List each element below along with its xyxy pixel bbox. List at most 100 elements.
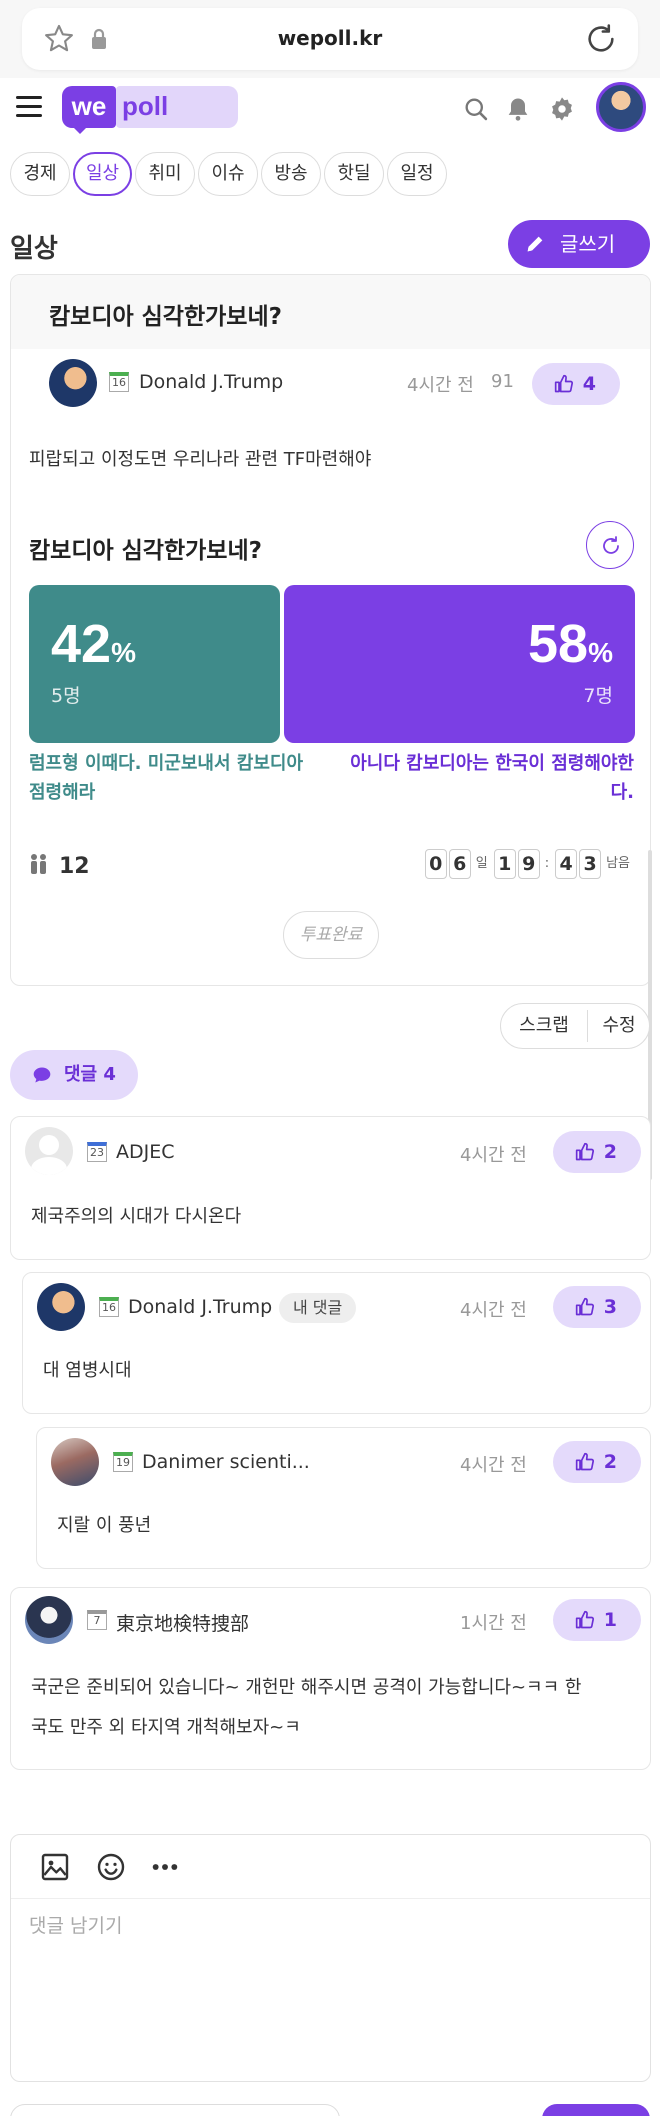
comment-like-button[interactable]: 3 [553, 1286, 641, 1328]
level-badge: 23 [87, 1142, 107, 1162]
people-icon [31, 854, 46, 874]
logo-we: we [62, 86, 116, 128]
bell-icon[interactable] [504, 95, 532, 123]
author-name[interactable]: Donald J.Trump [139, 371, 283, 393]
comment-avatar[interactable] [37, 1283, 85, 1331]
comment-avatar[interactable] [25, 1596, 73, 1644]
menu-icon[interactable] [16, 96, 42, 118]
comment-like-button[interactable]: 1 [553, 1599, 641, 1641]
poll-option-b[interactable]: 58% 7명 [284, 585, 635, 743]
level-badge: 16 [99, 1297, 119, 1317]
post-views: 91 [491, 371, 514, 392]
comments-label: 댓글 [64, 1064, 98, 1085]
post-body: 피랍되고 이정도면 우리나라 관련 TF마련해야 [29, 449, 372, 470]
author-avatar[interactable] [49, 359, 97, 407]
comment-avatar[interactable] [25, 1127, 73, 1175]
gear-icon[interactable] [548, 95, 576, 123]
comment-time: 1시간 전 [460, 1613, 527, 1634]
scrap-button[interactable]: 스크랩 [501, 1004, 587, 1048]
comment-like-count: 3 [603, 1296, 617, 1318]
pencil-icon [527, 236, 543, 252]
comment-avatar[interactable] [51, 1438, 99, 1486]
comment-author[interactable]: Danimer scienti... [142, 1451, 310, 1473]
address-bar[interactable]: wepoll.kr [22, 8, 638, 70]
poll-title: 캄보디아 심각한가보네? [29, 538, 262, 564]
option-b-label: 아니다 캄보디아는 한국이 점령해야한다. [350, 753, 634, 803]
comment-like-count: 2 [603, 1141, 617, 1163]
comment-item: 16 Donald J.Trump 내 댓글 4시간 전 3 대 염병시대 [22, 1272, 651, 1414]
section-title: 일상 [10, 234, 58, 264]
comment-like-button[interactable]: 2 [553, 1131, 641, 1173]
option-a-label: 럼프형 이때다. 미군보내서 캄보디아 점령해라 [29, 753, 304, 803]
write-button-label: 글쓰기 [560, 232, 616, 256]
more-icon[interactable] [149, 1851, 181, 1883]
poll-refresh-button[interactable] [586, 521, 634, 569]
comment-time: 4시간 전 [460, 1300, 527, 1321]
option-a-percent: 42% [51, 614, 136, 674]
thumbs-up-icon [575, 1142, 595, 1161]
thumbs-up-icon [575, 1297, 595, 1316]
my-comment-tag: 내 댓글 [279, 1293, 357, 1323]
editor-options-bar[interactable] [10, 2104, 340, 2116]
site-header: we poll [0, 78, 660, 140]
refresh-icon [603, 536, 619, 554]
participant-count: 12 [29, 853, 90, 879]
comment-input[interactable] [29, 1911, 629, 2061]
url-text[interactable]: wepoll.kr [22, 26, 638, 50]
comment-author[interactable]: Donald J.Trump [128, 1296, 272, 1318]
write-button[interactable]: 글쓰기 [508, 220, 650, 268]
comment-body: 제국주의의 시대가 다시온다 [31, 1206, 242, 1227]
comment-body: 지랄 이 풍년 [57, 1515, 152, 1536]
editor-toolbar [11, 1835, 650, 1899]
comment-item: 7 東京地検特捜部 1시간 전 1 국군은 준비되어 있습니다~ 개헌만 해주시… [10, 1587, 651, 1770]
edit-button[interactable]: 수정 [588, 1004, 650, 1048]
comment-author[interactable]: ADJEC [116, 1141, 175, 1163]
option-b-count: 7명 [583, 685, 613, 707]
poll-countdown: 0 6 일 1 9:4 3 남음 [424, 849, 636, 879]
image-icon[interactable] [39, 1851, 71, 1883]
user-avatar[interactable] [596, 82, 646, 132]
tab-broadcast[interactable]: 방송 [261, 152, 321, 196]
like-count: 4 [582, 373, 596, 395]
post-actions: 스크랩 수정 [500, 1003, 650, 1049]
post-title: 캄보디아 심각한가보네? [49, 304, 282, 330]
tab-economy[interactable]: 경제 [10, 152, 70, 196]
comment-item: 19 Danimer scienti... 4시간 전 2 지랄 이 풍년 [36, 1427, 651, 1569]
search-icon[interactable] [462, 95, 490, 123]
comment-time: 4시간 전 [460, 1145, 527, 1166]
poll-option-a[interactable]: 42% 5명 [29, 585, 280, 743]
thumbs-up-icon [554, 374, 574, 393]
comment-like-count: 2 [603, 1451, 617, 1473]
comment-item: 23 ADJEC 4시간 전 2 제국주의의 시대가 다시온다 [10, 1116, 651, 1260]
comment-author[interactable]: 東京地検特捜部 [116, 1609, 249, 1636]
emoji-icon[interactable] [95, 1851, 127, 1883]
thumbs-up-icon [575, 1452, 595, 1471]
submit-comment-button[interactable] [542, 2104, 650, 2116]
tab-hotdeal[interactable]: 핫딜 [324, 152, 384, 196]
comment-body-line1: 국군은 준비되어 있습니다~ 개헌만 해주시면 공격이 가능합니다~ㅋㅋ 한 [31, 1677, 582, 1698]
comment-editor [10, 1834, 651, 2082]
level-badge: 7 [87, 1610, 107, 1630]
level-badge: 19 [113, 1452, 133, 1472]
comment-like-button[interactable]: 2 [553, 1441, 641, 1483]
comment-body: 대 염병시대 [43, 1360, 132, 1381]
post-card: 캄보디아 심각한가보네? 16 Donald J.Trump 4시간 전 91 … [10, 274, 651, 986]
comment-time: 4시간 전 [460, 1455, 527, 1476]
vote-complete-badge: 투표완료 [283, 911, 379, 959]
comment-like-count: 1 [603, 1609, 617, 1631]
tab-daily[interactable]: 일상 [73, 152, 132, 196]
level-badge: 16 [109, 372, 129, 392]
reload-icon[interactable] [584, 22, 618, 56]
tab-hobby[interactable]: 취미 [135, 152, 195, 196]
thumbs-up-icon [575, 1610, 595, 1629]
post-header: 캄보디아 심각한가보네? [11, 275, 650, 349]
tab-schedule[interactable]: 일정 [387, 152, 447, 196]
browser-bar: wepoll.kr [0, 0, 660, 78]
post-time: 4시간 전 [407, 375, 474, 396]
comment-body-line2: 국도 만주 외 타지역 개척해보자~ㅋ [31, 1717, 301, 1738]
tab-issue[interactable]: 이슈 [198, 152, 258, 196]
option-b-percent: 58% [528, 614, 613, 674]
option-a-count: 5명 [51, 685, 81, 707]
like-button[interactable]: 4 [532, 363, 620, 405]
comments-toggle[interactable]: 댓글 4 [10, 1050, 138, 1100]
